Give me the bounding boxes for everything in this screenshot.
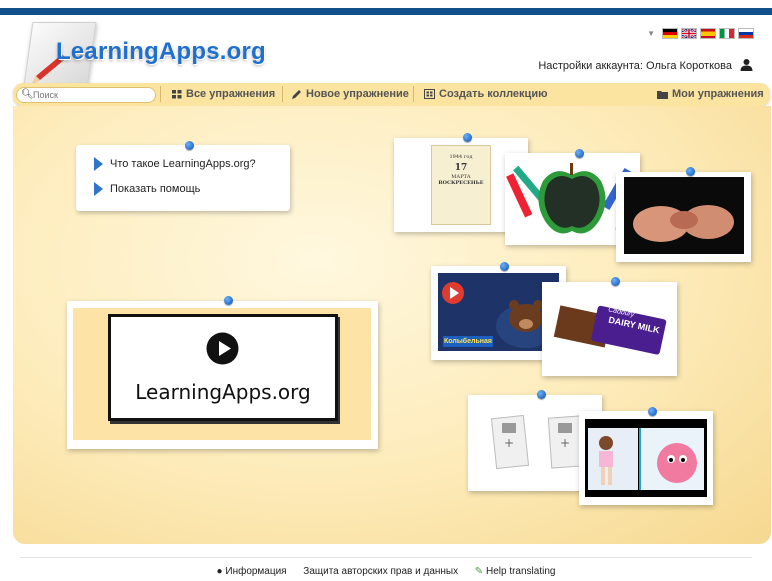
search-input[interactable] bbox=[33, 88, 151, 101]
footer: ● Информация Защита авторских прав и дан… bbox=[0, 566, 772, 577]
nav-my-exercises-label: Мои упражнения bbox=[672, 88, 764, 100]
top-accent-bar bbox=[0, 8, 772, 15]
pin-icon bbox=[648, 407, 657, 416]
nav-divider bbox=[160, 86, 161, 102]
svg-text:+: + bbox=[504, 436, 514, 450]
help-card: Что такое LearningApps.org? Показать пом… bbox=[76, 145, 290, 211]
intro-video-card[interactable]: LearningApps.org bbox=[67, 301, 378, 449]
calendar-year: 1944 год bbox=[449, 154, 473, 160]
pin-icon bbox=[463, 133, 472, 142]
help-translating-link[interactable]: ✎ Help translating bbox=[475, 566, 556, 577]
pin-icon bbox=[537, 390, 546, 399]
pin-icon bbox=[575, 149, 584, 158]
copyright-link[interactable]: Защита авторских прав и данных bbox=[303, 566, 458, 577]
footer-divider bbox=[20, 557, 752, 558]
svg-text:+: + bbox=[560, 436, 570, 450]
what-is-link[interactable]: Что такое LearningApps.org? bbox=[94, 157, 256, 171]
info-icon: ● bbox=[216, 566, 223, 577]
video-caption: LearningApps.org bbox=[135, 380, 311, 404]
video-frame bbox=[108, 314, 338, 421]
language-selector[interactable]: ▼ bbox=[647, 27, 754, 39]
es-flag-icon[interactable] bbox=[700, 27, 716, 39]
calendar-day: 17 bbox=[454, 163, 468, 173]
pin-icon bbox=[611, 277, 620, 286]
nav-create-collection-label: Создать коллекцию bbox=[439, 88, 548, 100]
account-settings-link[interactable]: Настройки аккаунта: Ольга Короткова bbox=[538, 60, 732, 72]
pencil-icon bbox=[292, 90, 301, 99]
pin-icon bbox=[185, 141, 194, 150]
help-translating-label: Help translating bbox=[485, 566, 556, 577]
nav-create-collection[interactable]: Создать коллекцию bbox=[424, 88, 547, 100]
collection-icon bbox=[424, 89, 435, 99]
kids-video-image bbox=[585, 419, 707, 497]
logo[interactable]: LearningApps.org bbox=[23, 18, 284, 90]
play-button-icon[interactable] bbox=[206, 332, 239, 365]
info-label: Информация bbox=[225, 566, 287, 577]
pin-icon bbox=[224, 296, 233, 305]
search-box[interactable]: 🔍︎ bbox=[16, 87, 156, 103]
dropdown-arrow-icon[interactable]: ▼ bbox=[647, 29, 655, 38]
ru-flag-icon[interactable] bbox=[738, 27, 754, 39]
nav-all-exercises[interactable]: Все упражнения bbox=[172, 88, 275, 100]
grid-icon bbox=[172, 89, 182, 98]
uk-flag-icon[interactable] bbox=[681, 27, 697, 39]
logo-text: LearningApps.org bbox=[56, 38, 266, 65]
app-thumbnail-chocolate[interactable]: Cadbury DAIRY MILK bbox=[542, 282, 677, 376]
info-link[interactable]: ● Информация bbox=[217, 566, 287, 577]
nav-new-exercise-label: Новое упражнение bbox=[306, 88, 409, 100]
cartoon-title: Колыбельная bbox=[444, 338, 492, 345]
nav-all-exercises-label: Все упражнения bbox=[186, 88, 276, 100]
app-thumbnail-kids-video[interactable] bbox=[579, 411, 713, 505]
de-flag-icon[interactable] bbox=[662, 27, 678, 39]
nav-divider bbox=[413, 86, 414, 102]
translate-icon: ✎ bbox=[474, 566, 484, 577]
calendar-weekday: ВОСКРЕСЕНЬЕ bbox=[438, 180, 484, 186]
app-thumbnail-hands-video[interactable] bbox=[616, 172, 751, 262]
nav-my-exercises[interactable]: Мои упражнения bbox=[657, 88, 764, 100]
user-icon[interactable] bbox=[740, 58, 753, 71]
search-icon: 🔍︎ bbox=[21, 89, 34, 100]
calendar-page: 1944 год 17 МАРТА ВОСКРЕСЕНЬЕ bbox=[431, 145, 491, 225]
play-arrow-icon bbox=[94, 157, 103, 171]
nav-new-exercise[interactable]: Новое упражнение bbox=[292, 88, 409, 100]
pin-icon bbox=[686, 167, 695, 176]
what-is-label: Что такое LearningApps.org? bbox=[110, 158, 256, 170]
show-help-label: Показать помощь bbox=[110, 183, 201, 195]
hands-video-image bbox=[624, 177, 744, 254]
show-help-link[interactable]: Показать помощь bbox=[94, 182, 200, 196]
folder-icon bbox=[657, 90, 668, 99]
pin-icon bbox=[500, 262, 509, 271]
nav-divider bbox=[282, 86, 283, 102]
play-arrow-icon bbox=[94, 182, 103, 196]
it-flag-icon[interactable] bbox=[719, 27, 735, 39]
